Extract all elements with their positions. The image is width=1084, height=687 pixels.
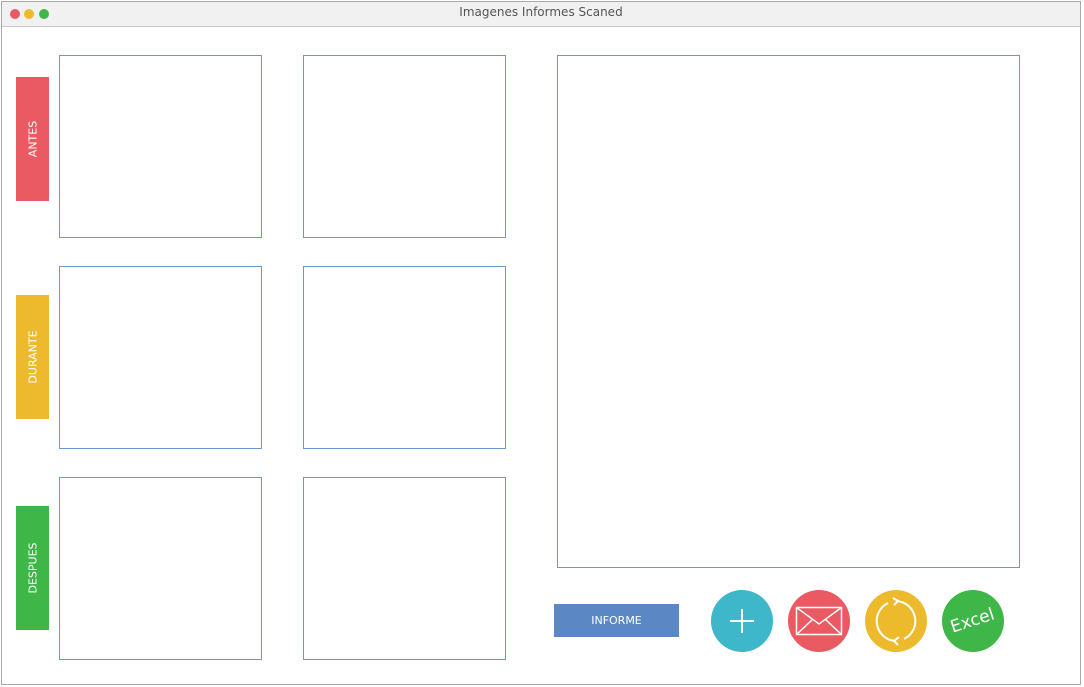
section-label-antes: ANTES — [16, 77, 49, 201]
section-label-antes-text: ANTES — [26, 120, 39, 158]
section-label-durante: DURANTE — [16, 295, 49, 419]
image-slot-antes-2[interactable] — [303, 55, 506, 238]
image-slot-durante-1[interactable] — [59, 266, 262, 449]
image-slot-durante-2[interactable] — [303, 266, 506, 449]
section-label-durante-text: DURANTE — [26, 330, 39, 384]
image-slot-despues-1[interactable] — [59, 477, 262, 660]
image-slot-antes-1[interactable] — [59, 55, 262, 238]
excel-button[interactable]: Excel — [942, 590, 1004, 652]
window-title: Imagenes Informes Scaned — [459, 5, 623, 19]
title-bar: Imagenes Informes Scaned — [2, 2, 1080, 27]
plus-icon — [730, 609, 754, 633]
excel-label: Excel — [948, 604, 998, 638]
refresh-icon — [875, 597, 917, 646]
add-button[interactable] — [711, 590, 773, 652]
section-label-despues: DESPUES — [16, 506, 49, 630]
informe-button[interactable]: INFORME — [554, 604, 679, 637]
section-label-despues-text: DESPUES — [26, 542, 39, 594]
envelope-icon — [795, 606, 843, 636]
report-preview — [557, 55, 1020, 568]
email-button[interactable] — [788, 590, 850, 652]
refresh-button[interactable] — [865, 590, 927, 652]
image-slot-despues-2[interactable] — [303, 477, 506, 660]
